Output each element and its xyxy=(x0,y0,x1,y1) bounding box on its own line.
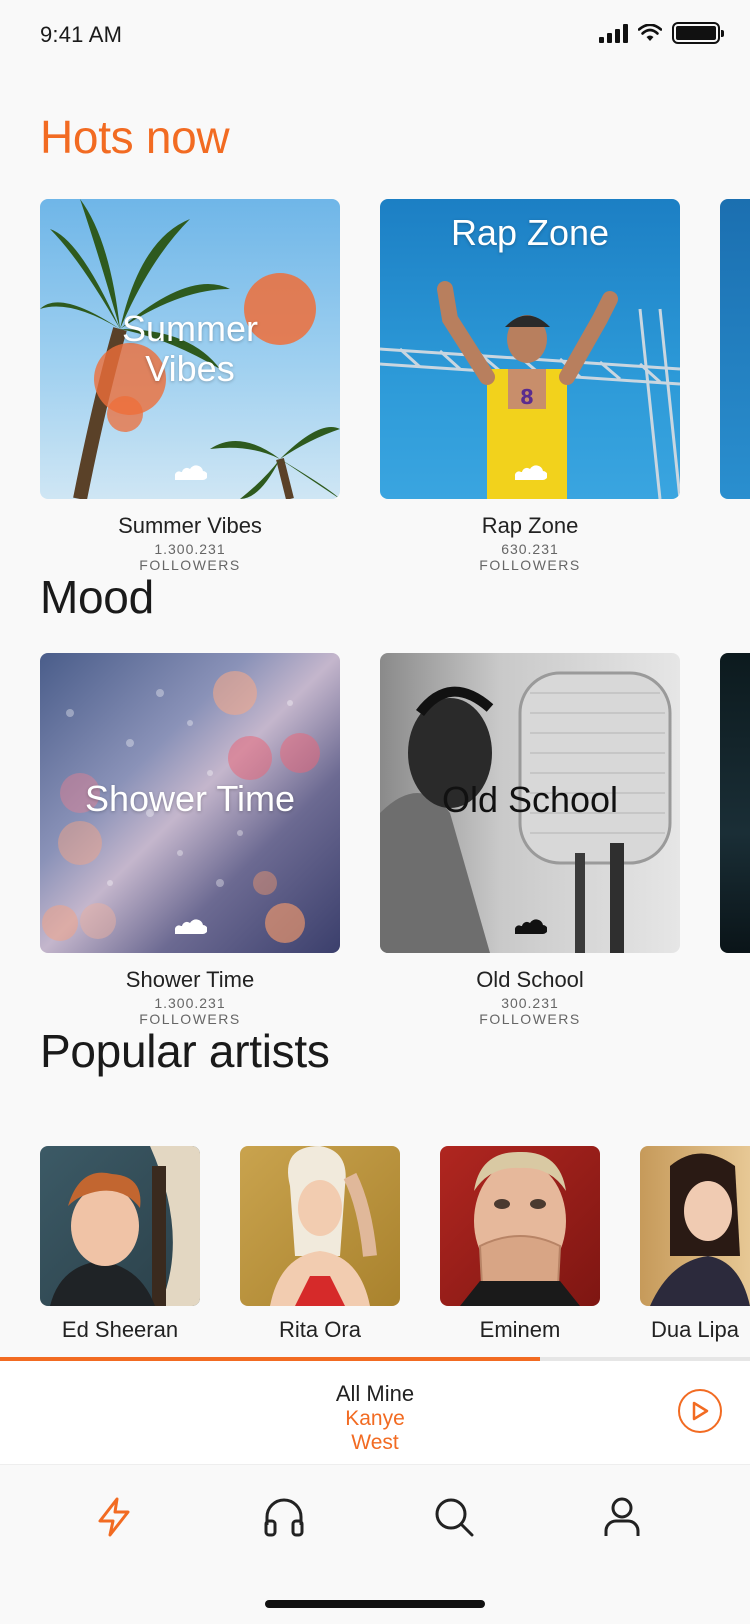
status-time: 9:41 AM xyxy=(40,22,123,47)
follower-count: 1.300.231 xyxy=(154,541,226,557)
followers-label: FOLLOWERS xyxy=(479,1011,581,1027)
follower-count: 1.300.231 xyxy=(154,995,226,1011)
hots-now-title: Hots now xyxy=(40,111,230,163)
artist-card-rita-ora[interactable]: Rita Ora xyxy=(240,1146,400,1342)
follower-count: 630.231 xyxy=(501,541,559,557)
playlist-overlay-title: Old School xyxy=(441,779,619,820)
tab-search[interactable] xyxy=(432,1495,476,1539)
now-playing-artist[interactable]: Kanye West xyxy=(325,1407,425,1455)
follower-count: 300.231 xyxy=(501,995,559,1011)
tab-library[interactable] xyxy=(262,1495,306,1539)
playlist-name: Rap Zone xyxy=(481,513,579,538)
playlist-art: Shower Time xyxy=(40,653,340,953)
playlist-overlay-title: Rap Zone xyxy=(450,212,610,253)
artist-card-dua-lipa[interactable]: Dua Lipa xyxy=(640,1146,750,1342)
playlist-name: Summer Vibes xyxy=(118,513,262,538)
svg-text:8: 8 xyxy=(520,385,534,409)
artist-card-eminem[interactable]: Eminem xyxy=(440,1146,600,1342)
artist-name: Eminem xyxy=(479,1317,561,1342)
playlist-card-summer-vibes[interactable]: Summer Vibes Summer Vibes 1.300.231 FOLL… xyxy=(40,199,340,573)
headphones-icon xyxy=(264,1498,304,1537)
home-indicator[interactable] xyxy=(265,1600,485,1608)
popular-artists-title: Popular artists xyxy=(40,1025,330,1077)
soundcloud-icon xyxy=(174,465,207,480)
artist-name: Ed Sheeran xyxy=(61,1317,179,1342)
artist-name: Dua Lipa xyxy=(650,1317,740,1342)
tab-bar xyxy=(0,1464,750,1624)
artist-name: Rita Ora xyxy=(279,1317,361,1342)
artist-photo xyxy=(640,1146,750,1306)
playlist-overlay-title: Summer Vibes xyxy=(121,308,259,389)
wifi-icon xyxy=(638,24,662,41)
playlist-art: Summer Vibes xyxy=(40,199,340,499)
playback-progress-fill xyxy=(0,1357,540,1361)
mood-title: Mood xyxy=(40,571,154,623)
hots-carousel[interactable]: Summer Vibes Summer Vibes 1.300.231 FOLL… xyxy=(40,199,750,573)
artist-photo xyxy=(240,1146,400,1306)
soundcloud-icon xyxy=(514,919,547,934)
mood-carousel[interactable]: Shower Time Shower Time 1.300.231 FOLLOW… xyxy=(40,653,750,1027)
search-icon xyxy=(435,1498,474,1537)
mini-player[interactable]: All Mine Kanye West xyxy=(0,1357,750,1464)
playlist-card-peek[interactable] xyxy=(720,199,750,573)
status-bar: 9:41 AM xyxy=(0,0,750,88)
followers-label: FOLLOWERS xyxy=(479,557,581,573)
playlist-art: Old School xyxy=(380,653,680,953)
playlist-name: Shower Time xyxy=(125,967,255,992)
playlist-name: Old School xyxy=(476,967,584,992)
playlist-overlay-title: Shower Time xyxy=(84,778,296,819)
playlist-card-old-school[interactable]: Old School Old School 300.231 FOLLOWERS xyxy=(380,653,680,1027)
artists-carousel[interactable]: Ed Sheeran Rita Ora Eminem Dua Lipa xyxy=(40,1146,750,1342)
playlist-art xyxy=(720,653,750,953)
playback-progress-bar[interactable] xyxy=(0,1357,750,1361)
play-icon xyxy=(692,1401,709,1421)
artist-photo xyxy=(440,1146,600,1306)
tab-hot[interactable] xyxy=(92,1495,136,1539)
playlist-card-shower-time[interactable]: Shower Time Shower Time 1.300.231 FOLLOW… xyxy=(40,653,340,1027)
lightning-icon xyxy=(98,1497,130,1537)
play-button[interactable] xyxy=(678,1389,722,1433)
artist-photo xyxy=(40,1146,200,1306)
tab-profile[interactable] xyxy=(600,1495,644,1539)
playlist-art xyxy=(720,199,750,499)
soundcloud-icon xyxy=(514,465,547,480)
playlist-art: 8 Rap Zone xyxy=(380,199,680,499)
status-icons xyxy=(599,22,724,44)
playlist-card-rap-zone[interactable]: 8 Rap Zone Rap Zone 630.231 FOLLOWERS xyxy=(380,199,680,573)
now-playing-title: All Mine xyxy=(335,1381,415,1406)
profile-icon xyxy=(604,1497,640,1536)
cellular-signal-icon xyxy=(599,23,628,43)
soundcloud-icon xyxy=(174,919,207,934)
battery-icon xyxy=(672,22,724,44)
artist-card-ed-sheeran[interactable]: Ed Sheeran xyxy=(40,1146,200,1342)
playlist-card-peek[interactable] xyxy=(720,653,750,1027)
